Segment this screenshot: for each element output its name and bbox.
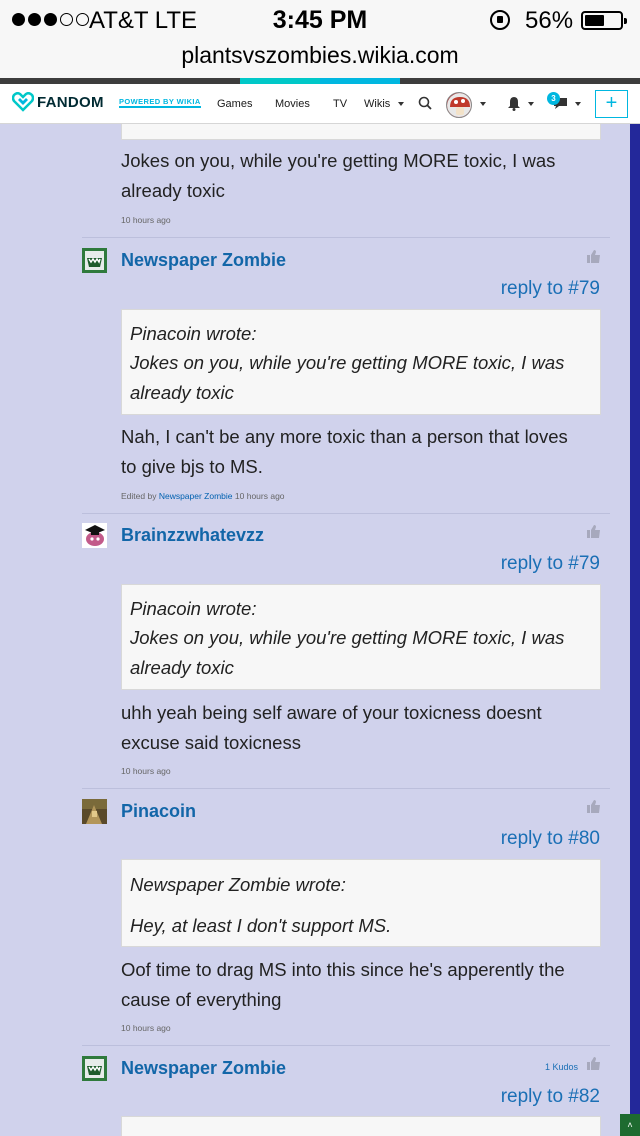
comment-username[interactable]: Brainzzwhatevzz — [121, 525, 264, 546]
quote-box: Pinacoin wrote: Jokes on you, while you'… — [121, 584, 601, 690]
carrier-label: AT&T LTE — [89, 7, 198, 34]
right-rail-bar — [630, 124, 640, 1136]
messages-count-badge: 3 — [547, 92, 560, 105]
status-bar: AT&T LTE 3:45 PM 56% — [0, 0, 640, 40]
nav-link-wikis[interactable]: Wikis — [364, 98, 390, 110]
nav-link-movies[interactable]: Movies — [275, 98, 310, 110]
battery-icon — [581, 11, 627, 30]
powered-by-wikia[interactable]: POWERED BY WIKIA — [119, 97, 201, 108]
quote-text-line: Jokes on you, while you're getting MORE … — [130, 352, 565, 373]
user-menu-chevron-down-icon[interactable] — [480, 102, 486, 106]
like-thumb-icon[interactable] — [586, 1056, 601, 1070]
avatar[interactable] — [82, 523, 107, 548]
comment-text: Jokes on you, while you're getting MORE … — [121, 150, 556, 201]
address-bar[interactable]: plantsvszombies.wikia.com — [0, 40, 640, 78]
comment-thread: Jokes on you, while you're getting MORE … — [0, 124, 630, 1136]
comment-text: uhh yeah being self aware of your toxicn… — [121, 702, 542, 753]
url-text: plantsvszombies.wikia.com — [181, 42, 459, 68]
comment-timestamp: 10 hours ago — [121, 215, 171, 225]
reply-to-link[interactable]: reply to #79 — [501, 278, 600, 300]
comment-separator — [82, 788, 610, 789]
messages-chevron-down-icon[interactable] — [575, 102, 581, 106]
avatar[interactable] — [82, 799, 107, 824]
quote-text-line: already toxic — [130, 382, 234, 403]
signal-strength-icon — [12, 13, 89, 26]
pinacoin-avatar-icon — [82, 799, 107, 824]
quote-text-line: Jokes on you, while you're getting MORE … — [130, 627, 565, 648]
reply-to-link[interactable]: reply to #82 — [501, 1086, 600, 1108]
user-avatar[interactable] — [446, 92, 472, 118]
quote-author: Pinacoin wrote: — [130, 323, 257, 344]
comment-username[interactable]: Pinacoin — [121, 801, 196, 822]
like-thumb-icon[interactable] — [586, 249, 601, 263]
avatar[interactable] — [82, 1056, 107, 1081]
avatar[interactable] — [82, 248, 107, 273]
fandom-logo[interactable]: FANDOM — [12, 92, 104, 112]
like-thumb-icon[interactable] — [586, 799, 601, 813]
wikis-chevron-down-icon[interactable] — [398, 102, 404, 106]
kudos-count[interactable]: 1 Kudos — [545, 1062, 578, 1072]
nav-link-games[interactable]: Games — [217, 98, 252, 110]
newspaper-zombie-avatar-icon — [82, 248, 107, 273]
comment-separator — [82, 1045, 610, 1046]
comment-separator — [82, 237, 610, 238]
scroll-to-top-button[interactable]: ˄ — [620, 1114, 640, 1136]
quote-box — [121, 1116, 601, 1136]
comment-text: Oof time to drag MS into this since he's… — [121, 959, 565, 1010]
fandom-wordmark: FANDOM — [37, 93, 104, 111]
fandom-heart-icon — [12, 92, 34, 112]
comment-timestamp: 10 hours ago — [121, 766, 171, 776]
like-thumb-icon[interactable] — [586, 524, 601, 538]
reply-to-link[interactable]: reply to #80 — [501, 828, 600, 850]
mushroom-avatar-icon — [447, 93, 471, 117]
quote-author: Pinacoin wrote: — [130, 598, 257, 619]
quote-text-line: already toxic — [130, 657, 234, 678]
search-icon[interactable] — [418, 96, 432, 110]
newspaper-zombie-avatar-icon — [82, 1056, 107, 1081]
nav-link-tv[interactable]: TV — [333, 98, 347, 110]
reply-to-link[interactable]: reply to #79 — [501, 553, 600, 575]
create-plus-button[interactable]: + — [595, 90, 628, 118]
comment-username[interactable]: Newspaper Zombie — [121, 1058, 286, 1079]
comment-text: Nah, I can't be any more toxic than a pe… — [121, 426, 568, 477]
quote-text-line: Hey, at least I don't support MS. — [130, 915, 392, 936]
comment-separator — [82, 513, 610, 514]
notifications-bell-icon[interactable] — [507, 96, 521, 111]
comment-edit-meta: Edited by Newspaper Zombie 10 hours ago — [121, 491, 285, 501]
graduation-brain-avatar-icon — [82, 523, 107, 548]
fandom-global-nav: FANDOM POWERED BY WIKIA Games Movies TV … — [0, 84, 640, 124]
battery-percentage: 56% — [525, 7, 574, 34]
comment-username[interactable]: Newspaper Zombie — [121, 250, 286, 271]
comment-timestamp: 10 hours ago — [121, 1023, 171, 1033]
quote-box: Newspaper Zombie wrote: Hey, at least I … — [121, 859, 601, 947]
editor-link[interactable]: Newspaper Zombie — [159, 491, 233, 501]
quote-author: Newspaper Zombie wrote: — [130, 874, 346, 895]
quote-box: Pinacoin wrote: Jokes on you, while you'… — [121, 309, 601, 415]
notifications-chevron-down-icon[interactable] — [528, 102, 534, 106]
rotation-lock-icon — [490, 10, 510, 30]
quote-box — [121, 124, 601, 140]
